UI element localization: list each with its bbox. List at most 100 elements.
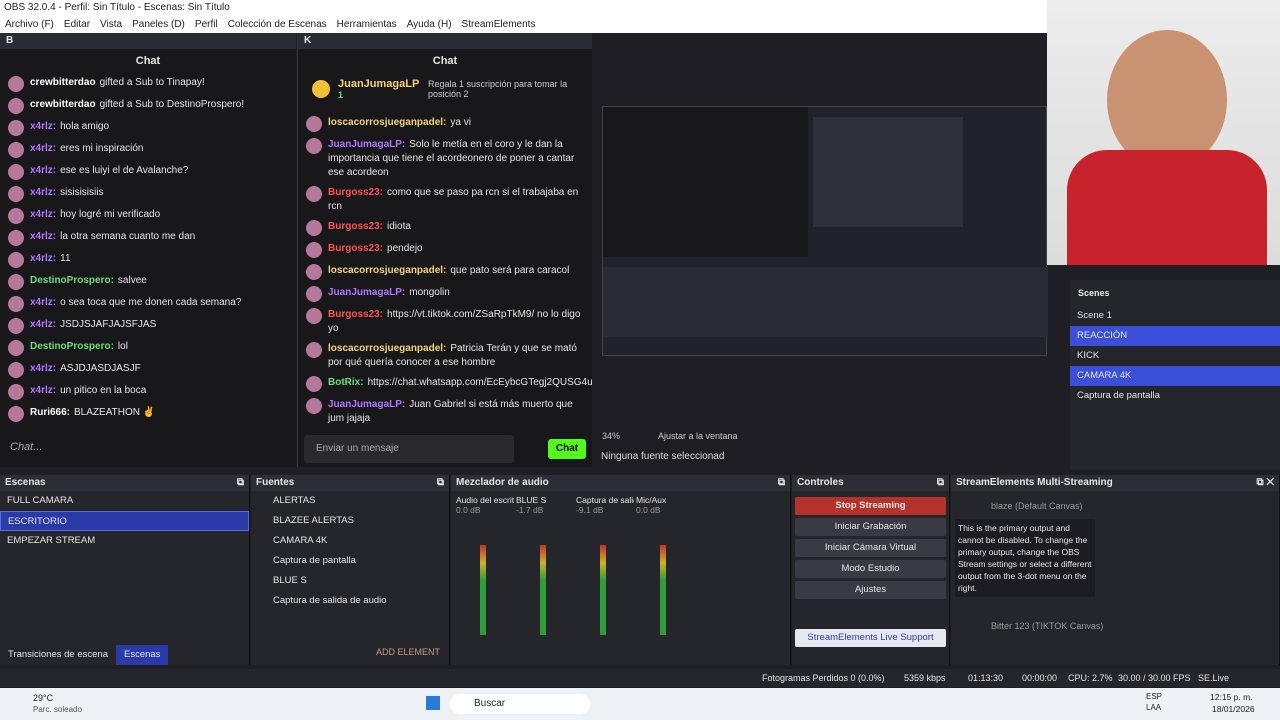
- pinned-gift: JuanJumagaLP 1 Regala 1 suscripción para …: [298, 73, 592, 105]
- chat-username[interactable]: x4rlz:: [30, 385, 56, 396]
- chat-text: la otra semana cuanto me dan: [60, 231, 196, 242]
- avatar-icon: [8, 274, 24, 290]
- chat-send-button[interactable]: Chat: [548, 439, 586, 459]
- scene-source-item[interactable]: CAMARA 4K: [1070, 366, 1280, 386]
- dock-fuentes: Fuentes ⧉ ALERTAS BLAZEE ALERTAS CAMARA 4K C…: [251, 475, 450, 665]
- chat-username[interactable]: x4rlz:: [30, 363, 56, 374]
- menu-item[interactable]: StreamElements: [457, 19, 541, 30]
- chat-username[interactable]: Burgoss23:: [328, 243, 383, 254]
- channel-name: Audio del escritorio: [456, 495, 514, 505]
- chat-username[interactable]: crewbitterdao: [30, 99, 96, 110]
- scene-source-item[interactable]: Scene 1: [1070, 306, 1280, 326]
- menu-item[interactable]: Herramientas: [332, 19, 402, 30]
- scene-item[interactable]: FULL CAMARA: [0, 491, 249, 511]
- taskbar-search[interactable]: Buscar: [450, 694, 590, 714]
- settings-button[interactable]: Ajustes: [795, 581, 946, 599]
- chat-message: x4rlz: JSDJSJAFJAJSFJAS: [0, 315, 296, 337]
- pinned-user: JuanJumagaLP: [338, 78, 420, 90]
- volume-meter[interactable]: [480, 545, 486, 635]
- channel-db: 0.0 dB: [636, 505, 661, 515]
- menu-item[interactable]: Colección de Escenas: [223, 19, 332, 30]
- chat-username[interactable]: Burgoss23:: [328, 221, 383, 232]
- chat-input[interactable]: Chat...: [10, 436, 286, 458]
- clock-date[interactable]: 18/01/2026: [1212, 704, 1255, 714]
- avatar-icon: [8, 318, 24, 334]
- coin-icon: [312, 80, 330, 98]
- chat-username[interactable]: x4rlz:: [30, 297, 56, 308]
- start-recording-button[interactable]: Iniciar Grabación: [795, 518, 946, 536]
- source-item[interactable]: Captura de pantalla: [251, 551, 449, 571]
- source-item[interactable]: ALERTAS: [251, 491, 449, 511]
- weather-temp[interactable]: 29°C: [33, 693, 53, 703]
- volume-meter[interactable]: [600, 545, 606, 635]
- chat-username[interactable]: DestinoProspero:: [30, 275, 114, 286]
- chat-username[interactable]: x4rlz:: [30, 143, 56, 154]
- chat-username[interactable]: Ruri666:: [30, 407, 70, 418]
- chat-username[interactable]: DestinoProspero:: [30, 341, 114, 352]
- chat-message: loscacorrosjueganpadel: ya vi: [298, 113, 592, 135]
- chat-message: Burgoss23: pendejo: [298, 239, 592, 261]
- lang-indicator-2[interactable]: LAA: [1146, 703, 1161, 712]
- message-input[interactable]: Enviar un mensaje: [304, 435, 514, 463]
- weather-desc[interactable]: Parc. soleado: [33, 705, 82, 714]
- nested-chat: [603, 107, 808, 257]
- channel-name: Captura de salida c: [576, 495, 634, 505]
- tab-escenas[interactable]: Escenas: [115, 645, 169, 665]
- avatar-icon: [8, 186, 24, 202]
- chat-username[interactable]: Burgoss23:: [328, 187, 383, 198]
- menu-item[interactable]: Perfil: [190, 19, 223, 30]
- chat-username[interactable]: crewbitterdao: [30, 77, 96, 88]
- chat-username[interactable]: x4rlz:: [30, 319, 56, 330]
- chat-username[interactable]: x4rlz:: [30, 187, 56, 198]
- person-face: [1107, 30, 1227, 170]
- chat-username[interactable]: BotRix:: [328, 377, 364, 388]
- chat-username[interactable]: x4rlz:: [30, 121, 56, 132]
- source-item[interactable]: Captura de salida de audio: [251, 591, 449, 611]
- chat-username[interactable]: Burgoss23:: [328, 309, 383, 320]
- menu-item[interactable]: Editar: [59, 19, 95, 30]
- chat-username[interactable]: x4rlz:: [30, 165, 56, 176]
- fit-window[interactable]: Ajustar a la ventana: [658, 431, 738, 441]
- lang-indicator[interactable]: ESP: [1146, 692, 1162, 701]
- scene-item[interactable]: ESCRITORIO: [0, 511, 249, 531]
- windows-start-icon[interactable]: [426, 696, 440, 710]
- menu-item[interactable]: Paneles (D): [127, 19, 190, 30]
- live-support-button[interactable]: StreamElements Live Support: [795, 629, 946, 647]
- chat-title: Chat: [432, 55, 458, 67]
- add-element-button[interactable]: ADD ELEMENT: [376, 647, 440, 657]
- chat-username[interactable]: x4rlz:: [30, 209, 56, 220]
- chat-username[interactable]: JuanJumagaLP:: [328, 287, 405, 298]
- chat-username[interactable]: JuanJumagaLP:: [328, 399, 405, 410]
- avatar-icon: [306, 398, 322, 414]
- chat-text: hoy logré mi verificado: [60, 209, 161, 220]
- menu-item[interactable]: Archivo (F): [0, 19, 59, 30]
- menu-item[interactable]: Vista: [95, 19, 127, 30]
- stop-streaming-button[interactable]: Stop Streaming: [795, 497, 946, 515]
- chat-username[interactable]: loscacorrosjueganpadel:: [328, 117, 446, 128]
- source-item[interactable]: BLUE S: [251, 571, 449, 591]
- source-item[interactable]: BLAZEE ALERTAS: [251, 511, 449, 531]
- chat-username[interactable]: x4rlz:: [30, 231, 56, 242]
- clock-time[interactable]: 12:15 p. m.: [1210, 692, 1253, 702]
- zoom-level[interactable]: 34%: [602, 431, 620, 441]
- source-item[interactable]: CAMARA 4K: [251, 531, 449, 551]
- scene-item[interactable]: EMPEZAR STREAM: [0, 531, 249, 551]
- scene-source-item[interactable]: Captura de pantalla: [1070, 386, 1280, 406]
- scene-source-item[interactable]: KICK: [1070, 346, 1280, 366]
- preview-canvas[interactable]: [602, 106, 1048, 356]
- chat-username[interactable]: loscacorrosjueganpadel:: [328, 265, 446, 276]
- start-virtual-camera-button[interactable]: Iniciar Cámara Virtual: [795, 539, 946, 557]
- avatar-icon: [8, 340, 24, 356]
- scene-source-item[interactable]: REACCIÓN: [1070, 326, 1280, 346]
- volume-meter[interactable]: [660, 545, 666, 635]
- chat-message: x4rlz: la otra semana cuanto me dan: [0, 227, 296, 249]
- avatar-icon: [8, 296, 24, 312]
- chat-message: JuanJumagaLP: mongolin: [298, 283, 592, 305]
- menu-item[interactable]: Ayuda (H): [402, 19, 457, 30]
- studio-mode-button[interactable]: Modo Estudio: [795, 560, 946, 578]
- chat-username[interactable]: x4rlz:: [30, 253, 56, 264]
- tab-transiciones[interactable]: Transiciones de escena: [0, 645, 116, 665]
- chat-username[interactable]: loscacorrosjueganpadel:: [328, 343, 446, 354]
- chat-username[interactable]: JuanJumagaLP:: [328, 139, 405, 150]
- volume-meter[interactable]: [540, 545, 546, 635]
